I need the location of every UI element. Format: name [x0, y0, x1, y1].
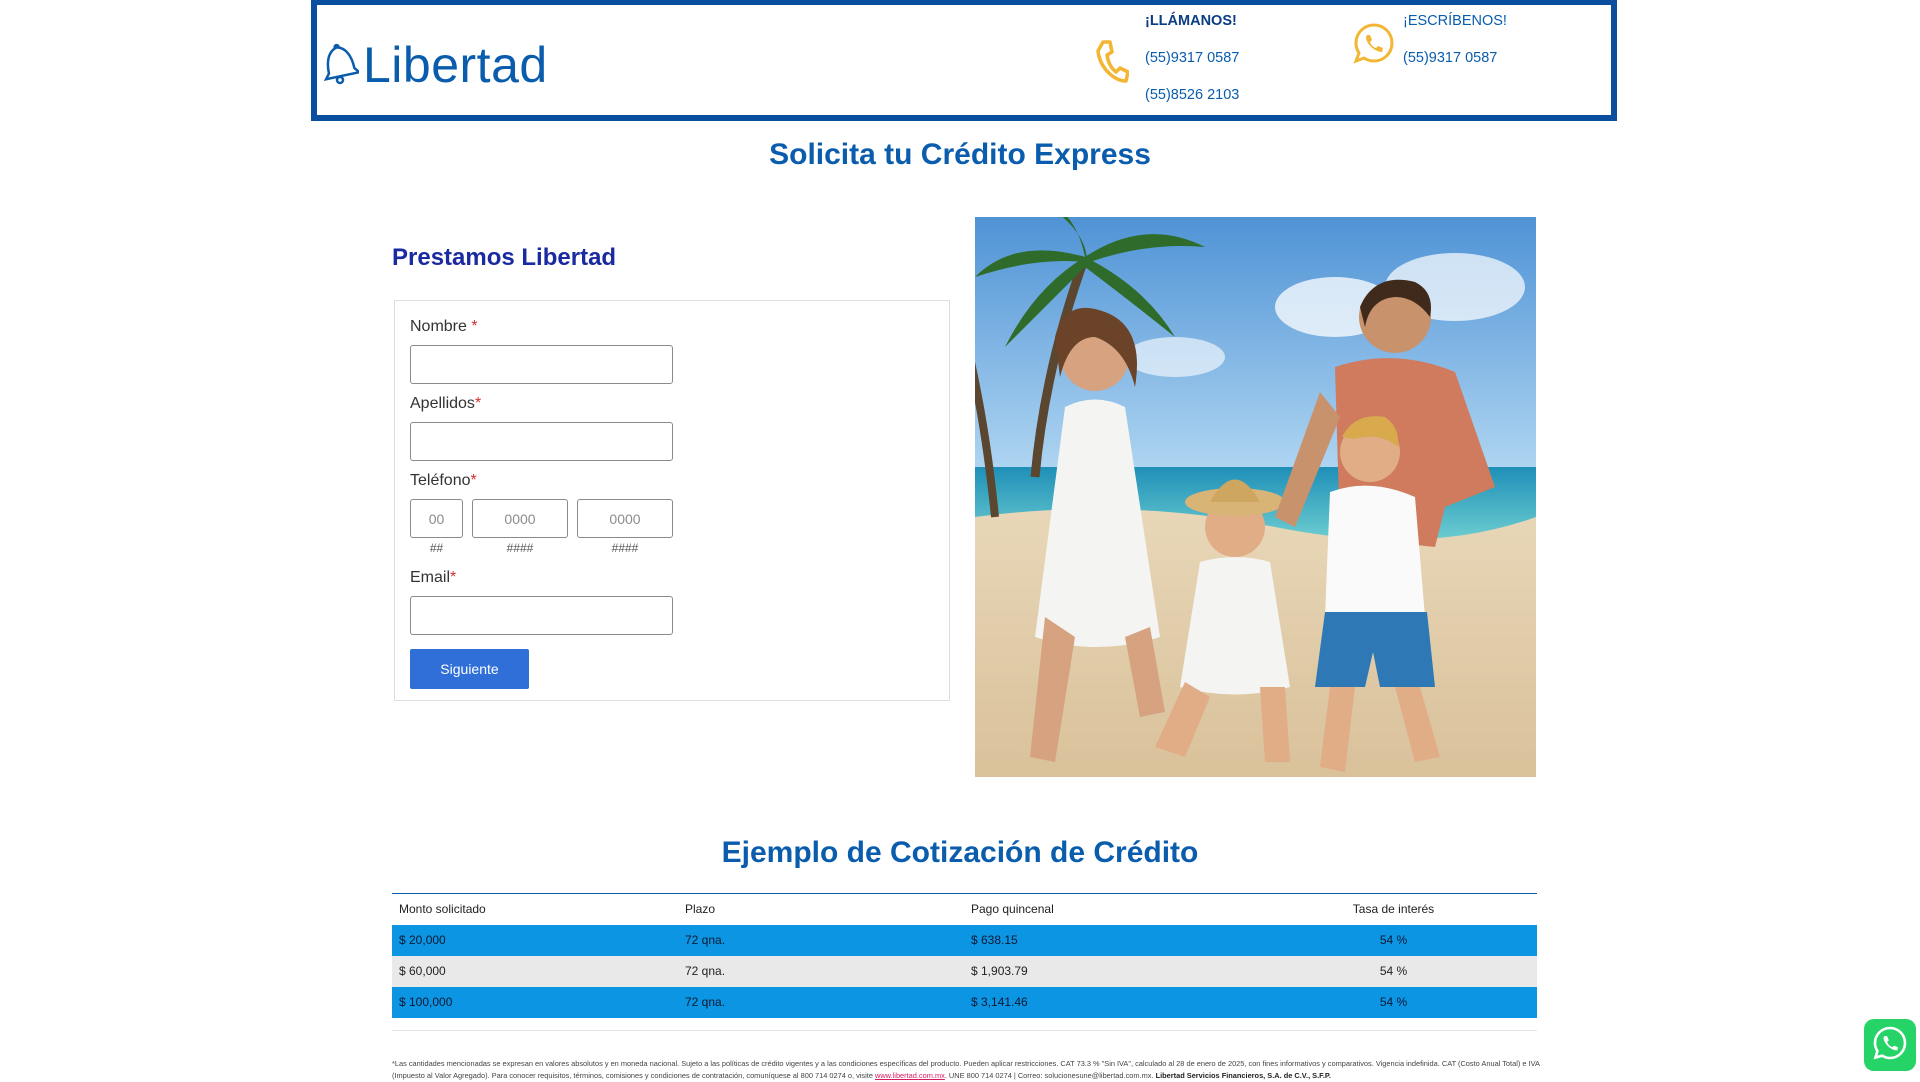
last-name-input[interactable] — [410, 422, 673, 461]
quote-title: Ejemplo de Cotización de Crédito — [721, 836, 1199, 869]
table-cell: 72 qna. — [678, 986, 964, 1018]
column-header: Tasa de interés — [1250, 893, 1537, 925]
table-cell: $ 638.15 — [964, 924, 1250, 956]
email-label: Email* — [410, 569, 457, 586]
write-us-title: ¡ESCRÍBENOS! — [1403, 13, 1507, 29]
write-us-block: ¡ESCRÍBENOS! (55)9317 0587 — [1353, 5, 1593, 115]
name-input[interactable] — [410, 345, 673, 384]
whatsapp-float-button[interactable] — [1864, 1019, 1916, 1071]
next-button[interactable]: Siguiente — [410, 649, 529, 689]
form-title: Prestamos Libertad — [392, 244, 617, 271]
website-link[interactable]: www.libertad.com.mx — [875, 1071, 945, 1080]
column-header: Plazo — [678, 893, 964, 925]
table-header-row: Monto solicitado Plazo Pago quincenal Ta… — [392, 893, 1537, 925]
table-cell: 54 % — [1250, 924, 1537, 956]
bell-icon — [321, 41, 363, 90]
whatsapp-icon — [1872, 1025, 1908, 1066]
page-title: Solicita tu Crédito Express — [769, 138, 1151, 171]
logo[interactable]: Libertad — [321, 35, 548, 95]
quote-table: Monto solicitado Plazo Pago quincenal Ta… — [392, 893, 1537, 1018]
phone-icon — [1095, 39, 1130, 90]
column-header: Pago quincenal — [964, 893, 1250, 925]
divider — [392, 1030, 1537, 1031]
phone-area-input[interactable] — [410, 499, 463, 538]
site-header: Libertad ¡LLÁMANOS! (55)9317 0587 (55)85… — [311, 0, 1617, 121]
whatsapp-icon — [1353, 22, 1395, 69]
table-cell: 72 qna. — [678, 924, 964, 956]
call-number-2[interactable]: (55)8526 2103 — [1145, 79, 1239, 116]
loan-form: Nombre * Apellidos* Teléfono* ## #### ##… — [394, 300, 950, 701]
table-cell: 54 % — [1250, 986, 1537, 1018]
name-label: Nombre * — [410, 318, 478, 335]
call-us-block: ¡LLÁMANOS! (55)9317 0587 (55)8526 2103 — [1095, 5, 1335, 115]
table-cell: $ 100,000 — [392, 986, 678, 1018]
table-cell: $ 3,141.46 — [964, 986, 1250, 1018]
phone-prefix-input[interactable] — [472, 499, 568, 538]
table-cell: $ 60,000 — [392, 955, 678, 987]
table-cell: 54 % — [1250, 955, 1537, 987]
phone-label: Teléfono* — [410, 472, 477, 489]
phone-line-input[interactable] — [577, 499, 673, 538]
table-cell: $ 20,000 — [392, 924, 678, 956]
last-name-label: Apellidos* — [410, 395, 482, 412]
logo-text: Libertad — [363, 37, 548, 93]
table-cell: $ 1,903.79 — [964, 955, 1250, 987]
phone-area-hint: ## — [429, 541, 444, 555]
phone-line-hint: #### — [611, 541, 639, 555]
company-name: Libertad Servicios Financieros, S.A. de … — [1155, 1071, 1331, 1080]
call-us-title: ¡LLÁMANOS! — [1145, 13, 1237, 29]
disclaimer-contact: . UNE 800 714 0274 | Correo: solucionesu… — [944, 1071, 1156, 1080]
column-header: Monto solicitado — [392, 893, 678, 925]
call-number-1[interactable]: (55)9317 0587 — [1145, 42, 1239, 79]
table-row: $ 100,000 72 qna. $ 3,141.46 54 % — [392, 986, 1537, 1018]
phone-prefix-hint: #### — [506, 541, 534, 555]
whatsapp-number[interactable]: (55)9317 0587 — [1403, 42, 1507, 79]
table-row: $ 60,000 72 qna. $ 1,903.79 54 % — [392, 955, 1537, 987]
table-cell: 72 qna. — [678, 955, 964, 987]
hero-photo — [975, 217, 1536, 777]
table-row: $ 20,000 72 qna. $ 638.15 54 % — [392, 924, 1537, 956]
legal-disclaimer: *Las cantidades mencionadas se expresan … — [392, 1058, 1542, 1082]
email-input[interactable] — [410, 596, 673, 635]
